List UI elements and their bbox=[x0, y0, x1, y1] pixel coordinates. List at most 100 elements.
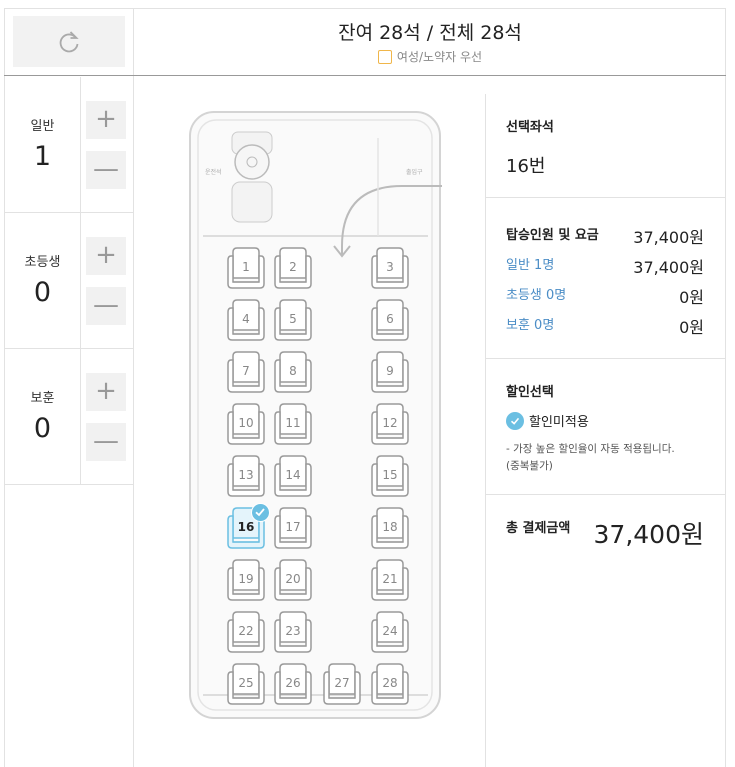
seat-number: 1 bbox=[242, 260, 250, 274]
seat-number: 23 bbox=[285, 624, 301, 638]
header-rule bbox=[4, 75, 726, 76]
passenger-label: 보훈 bbox=[30, 391, 55, 406]
seat-8[interactable]: 8 bbox=[272, 350, 314, 396]
priority-square-icon bbox=[377, 49, 392, 64]
payment-amount: 37,400원 bbox=[593, 520, 704, 549]
seat-9[interactable]: 9 bbox=[369, 350, 411, 396]
seat-5[interactable]: 5 bbox=[272, 298, 314, 344]
driver-label: 운전석 bbox=[205, 169, 222, 176]
payment-section: 총 결제금액 37,400원 bbox=[486, 495, 726, 575]
decrease-veteran-button[interactable]: — bbox=[86, 423, 126, 461]
seat-number: 22 bbox=[238, 624, 254, 638]
seat-7[interactable]: 7 bbox=[225, 350, 267, 396]
discount-note: - 가장 높은 할인율이 자동 적용됩니다. bbox=[506, 443, 675, 455]
seat-11[interactable]: 11 bbox=[272, 402, 314, 448]
passenger-label: 일반 bbox=[30, 119, 55, 134]
decrease-general-button[interactable]: — bbox=[86, 151, 126, 189]
seat-number: 4 bbox=[242, 312, 250, 326]
fare-row-general: 일반 1명 37,400원 bbox=[506, 258, 704, 277]
passenger-count: 0 bbox=[33, 277, 52, 308]
discount-note-sub: (중복불가) bbox=[506, 460, 553, 472]
seat-number: 28 bbox=[382, 676, 398, 690]
seat-27[interactable]: 27 bbox=[321, 662, 363, 708]
priority-legend: 여성/노약자 우선 bbox=[134, 48, 726, 65]
seat-2[interactable]: 2 bbox=[272, 246, 314, 292]
passenger-veteran: 보훈 0 + — bbox=[5, 349, 133, 485]
passenger-label: 초등생 bbox=[24, 255, 61, 270]
seat-3[interactable]: 3 bbox=[369, 246, 411, 292]
seat-number: 21 bbox=[382, 572, 398, 586]
entrance-label: 출입구 bbox=[406, 169, 423, 176]
seat-number: 3 bbox=[386, 260, 394, 274]
discount-section: 할인선택 할인미적용 - 가장 높은 할인율이 자동 적용됩니다. (중복불가) bbox=[486, 359, 726, 494]
seat-number: 24 bbox=[382, 624, 398, 638]
seat-20[interactable]: 20 bbox=[272, 558, 314, 604]
seat-number: 17 bbox=[285, 520, 301, 534]
decrease-child-button[interactable]: — bbox=[86, 287, 126, 325]
seat-number: 20 bbox=[285, 572, 301, 586]
bus-seat-map: 운전석 출입구 1 2 3 4 5 6 7 8 9 10 11 12 13 14 15 16 17 18 19 20 2… bbox=[188, 110, 442, 720]
seat-6[interactable]: 6 bbox=[369, 298, 411, 344]
seat-13[interactable]: 13 bbox=[225, 454, 267, 500]
selected-check-icon bbox=[251, 503, 270, 522]
seat-number: 5 bbox=[289, 312, 297, 326]
seat-14[interactable]: 14 bbox=[272, 454, 314, 500]
increase-general-button[interactable]: + bbox=[86, 101, 126, 139]
discount-title: 할인선택 bbox=[506, 385, 554, 400]
seat-4[interactable]: 4 bbox=[225, 298, 267, 344]
refresh-button[interactable] bbox=[13, 16, 125, 67]
seat-number: 7 bbox=[242, 364, 250, 378]
seat-number: 9 bbox=[386, 364, 394, 378]
seat-24[interactable]: 24 bbox=[369, 610, 411, 656]
seat-28[interactable]: 28 bbox=[369, 662, 411, 708]
seat-number: 2 bbox=[289, 260, 297, 274]
seat-15[interactable]: 15 bbox=[369, 454, 411, 500]
refresh-icon bbox=[59, 30, 79, 52]
seat-number: 18 bbox=[382, 520, 398, 534]
selected-seat-title: 선택좌석 bbox=[506, 120, 554, 135]
seat-26[interactable]: 26 bbox=[272, 662, 314, 708]
increase-child-button[interactable]: + bbox=[86, 237, 126, 275]
seat-number: 11 bbox=[285, 416, 301, 430]
seat-12[interactable]: 12 bbox=[369, 402, 411, 448]
seat-number: 8 bbox=[289, 364, 297, 378]
selected-seat-section: 선택좌석 16번 bbox=[486, 95, 726, 198]
seat-1[interactable]: 1 bbox=[225, 246, 267, 292]
seat-18[interactable]: 18 bbox=[369, 506, 411, 552]
payment-title: 총 결제금액 bbox=[506, 521, 571, 536]
passenger-general: 일반 1 + — bbox=[5, 77, 133, 213]
seat-number: 14 bbox=[285, 468, 301, 482]
passenger-count: 1 bbox=[33, 141, 52, 172]
seat-number: 26 bbox=[285, 676, 301, 690]
seat-number: 27 bbox=[334, 676, 350, 690]
discount-option-label: 할인미적용 bbox=[529, 415, 589, 430]
seat-21[interactable]: 21 bbox=[369, 558, 411, 604]
seat-10[interactable]: 10 bbox=[225, 402, 267, 448]
seat-number: 6 bbox=[386, 312, 394, 326]
fare-row-child: 초등생 0명 0원 bbox=[506, 288, 704, 307]
passenger-child: 초등생 0 + — bbox=[5, 213, 133, 349]
seat-23[interactable]: 23 bbox=[272, 610, 314, 656]
seat-19[interactable]: 19 bbox=[225, 558, 267, 604]
fare-total: 37,400원 bbox=[633, 228, 704, 247]
fare-section: 탑승인원 및 요금 37,400원 일반 1명 37,400원 초등생 0명 0… bbox=[486, 198, 726, 358]
seat-number: 12 bbox=[382, 416, 398, 430]
increase-veteran-button[interactable]: + bbox=[86, 373, 126, 411]
passenger-count: 0 bbox=[33, 413, 52, 444]
seat-number: 19 bbox=[238, 572, 254, 586]
fare-row-veteran: 보훈 0명 0원 bbox=[506, 318, 704, 337]
seat-22[interactable]: 22 bbox=[225, 610, 267, 656]
seat-25[interactable]: 25 bbox=[225, 662, 267, 708]
discount-option[interactable]: 할인미적용 bbox=[506, 411, 589, 430]
seat-number: 13 bbox=[238, 468, 254, 482]
seat-count-title: 잔여 28석 / 전체 28석 bbox=[338, 22, 522, 44]
selected-seat-value: 16번 bbox=[506, 156, 546, 177]
seat-number: 25 bbox=[238, 676, 254, 690]
left-column-divider bbox=[133, 76, 134, 767]
fare-title: 탑승인원 및 요금 bbox=[506, 228, 599, 243]
seat-17[interactable]: 17 bbox=[272, 506, 314, 552]
seat-number: 15 bbox=[382, 468, 398, 482]
priority-label: 여성/노약자 우선 bbox=[396, 50, 483, 64]
seat-number: 10 bbox=[238, 416, 254, 430]
check-circle-icon bbox=[506, 411, 524, 430]
